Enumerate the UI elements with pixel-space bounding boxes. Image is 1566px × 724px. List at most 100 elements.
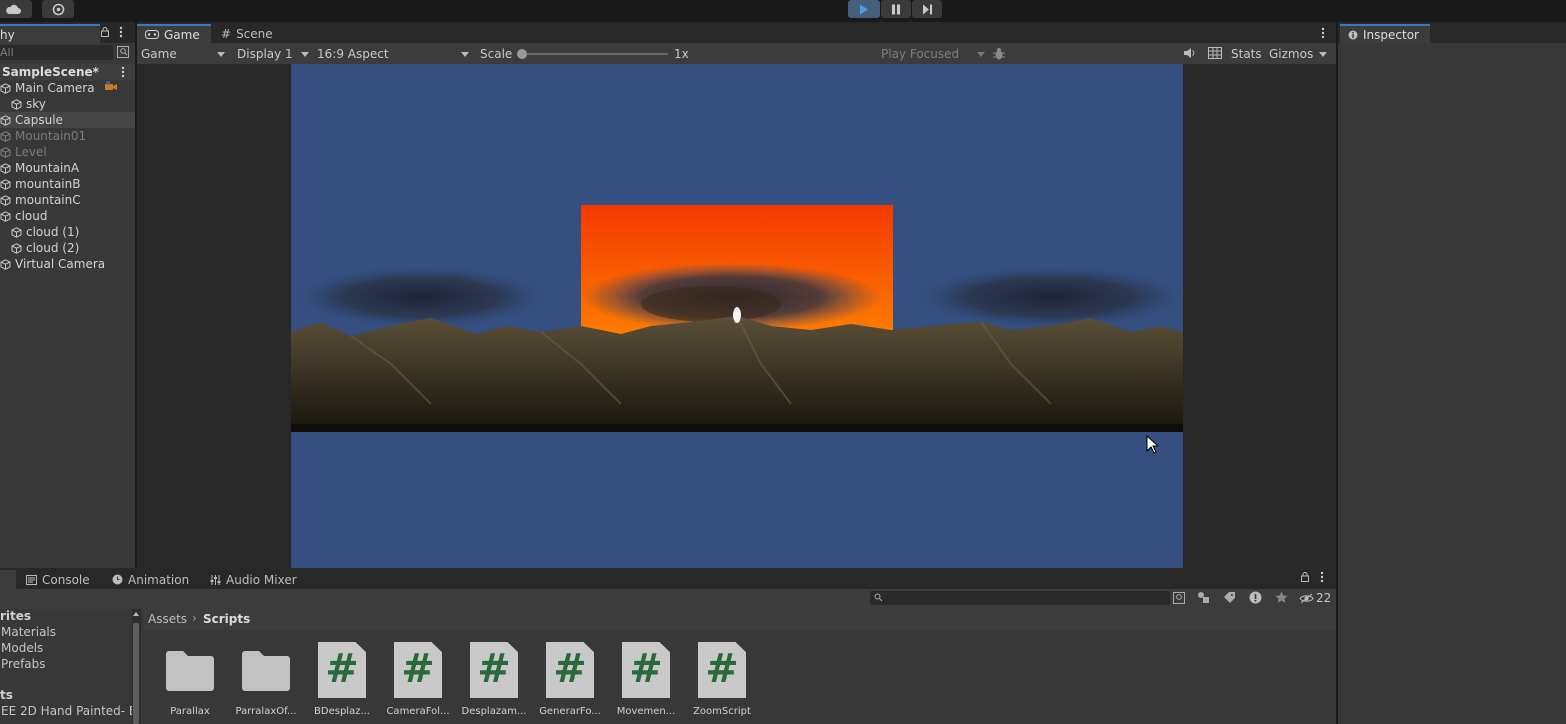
folder-icon [165,650,215,692]
aspect-dropdown[interactable]: 16:9 Aspect [317,45,469,63]
asset-item-label: Movemen... [616,706,676,717]
asset-item[interactable] [231,642,301,692]
favorite-item-materials[interactable]: Materials [1,625,56,639]
tab-scene[interactable]: # Scene [213,24,283,43]
scale-slider-handle[interactable] [517,49,527,59]
asset-item[interactable]: # [459,642,529,698]
hierarchy-panel: hy All SampleScene* Main Camera sky Capsul… [0,22,135,568]
hierarchy-item[interactable]: sky [0,96,135,112]
favorites-heading: rites [0,609,32,623]
favorite-item-models[interactable]: Models [1,641,43,655]
hierarchy-item[interactable]: cloud (2) [0,240,135,256]
gameobject-cube-icon [0,194,11,206]
hierarchy-item-label: mountainB [15,177,81,191]
hierarchy-item-label: cloud (2) [26,241,80,255]
lock-icon[interactable] [101,27,109,37]
cloud-button[interactable] [0,0,32,18]
asset-item-label: ParralaxOf... [235,706,297,717]
game-scene-render [291,64,1183,568]
hierarchy-item[interactable]: Level [0,144,135,160]
scale-value: 1x [674,47,689,61]
gameobject-cube-icon [11,98,22,110]
hierarchy-item-label: Capsule [15,113,63,127]
asset-item[interactable]: # [611,642,681,698]
project-panel: Console Animation Audio Mixer 22 rites M… [0,568,1336,724]
asset-item[interactable] [155,642,225,692]
play-button[interactable] [848,0,880,18]
asset-item[interactable]: # [383,642,453,698]
settings-button[interactable] [42,0,74,18]
tab-console[interactable]: Console [18,570,98,589]
more-menu-icon[interactable] [119,26,123,38]
search-scene-icon[interactable] [117,46,129,58]
tab-inspector[interactable]: Inspector [1340,24,1430,43]
asset-item-label: Parallax [170,706,210,717]
tab-hierarchy[interactable]: hy [0,24,100,43]
game-view-panel: Game # Scene Game Display 1 16:9 Aspect … [137,22,1336,568]
step-button[interactable] [912,0,942,18]
favorite-item-prefabs[interactable]: Prefabs [1,657,46,671]
grid-layout-icon[interactable] [1208,47,1222,59]
hierarchy-item[interactable]: MountainA [0,160,135,176]
hierarchy-item[interactable]: Virtual Camera [0,256,135,272]
bug-icon[interactable] [992,47,1006,61]
scale-slider-track[interactable] [518,53,668,55]
play-icon [859,4,869,15]
asset-item-label: CameraFol... [386,706,450,717]
main-toolbar [0,0,1566,22]
inspector-tab-label: Inspector [1363,27,1419,42]
asset-item[interactable]: # [535,642,605,698]
hierarchy-search-input[interactable]: All [0,45,113,60]
gameobject-cube-icon [0,82,11,94]
asset-item-label: ZoomScript [693,706,751,717]
folder-tree-scrollbar[interactable] [132,609,141,724]
asset-item[interactable]: # [687,642,757,698]
tab-game[interactable]: Game [137,24,211,43]
scale-label: Scale [480,47,513,61]
gizmos-dropdown[interactable]: Gizmos [1269,45,1333,63]
hierarchy-item-label: cloud (1) [26,225,80,239]
hierarchy-item[interactable]: Mountain01 [0,128,135,144]
hierarchy-item-label: Main Camera [15,81,95,95]
view-mode-dropdown[interactable]: Game [141,45,225,63]
hierarchy-tab-label: hy [0,27,15,42]
tab-game-label: Game [164,27,200,42]
tab-console-label: Console [42,572,90,587]
camera-gizmo-icon [104,81,118,93]
asset-item[interactable]: # [307,642,377,698]
capsule-player [733,307,741,323]
animation-clock-icon [112,574,123,585]
view-mode-value: Game [141,47,177,61]
step-icon [922,4,933,15]
tab-scene-label: Scene [236,26,273,41]
hierarchy-item[interactable]: Capsule [0,112,135,128]
game-render-viewport[interactable] [291,64,1183,568]
hierarchy-item[interactable]: mountainC [0,192,135,208]
game-more-menu-icon[interactable] [1321,27,1325,39]
game-tabbar: Game # Scene [137,22,1336,43]
project-folder-tree: rites Materials Models Prefabs ts EE 2D … [0,609,137,724]
scroll-up-icon[interactable] [133,612,139,616]
hierarchy-item[interactable]: mountainB [0,176,135,192]
pause-button[interactable] [881,0,911,18]
mouse-cursor-icon [1146,435,1158,455]
play-mode-value: Play Focused [881,47,960,61]
chevron-down-icon [1319,51,1328,57]
audio-mute-icon[interactable] [1183,47,1195,59]
scene-header-row[interactable]: SampleScene* [0,64,135,80]
tab-project[interactable] [0,570,16,589]
chevron-down-icon [217,51,225,57]
hierarchy-item[interactable]: cloud (1) [0,224,135,240]
display-dropdown[interactable]: Display 1 [237,45,309,63]
gameobject-cube-icon [0,146,11,158]
gameobject-cube-icon [0,178,11,190]
chevron-down-icon [977,51,985,57]
hierarchy-item-label: Virtual Camera [15,257,106,271]
asset-tree-item[interactable]: EE 2D Hand Painted- B [1,704,137,718]
stats-button[interactable]: Stats [1231,45,1262,63]
scene-menu-icon[interactable] [121,66,125,78]
hierarchy-item[interactable]: cloud [0,208,135,224]
pause-icon [891,4,901,15]
hierarchy-search-placeholder: All [0,46,14,59]
play-mode-dropdown[interactable]: Play Focused [881,45,985,63]
